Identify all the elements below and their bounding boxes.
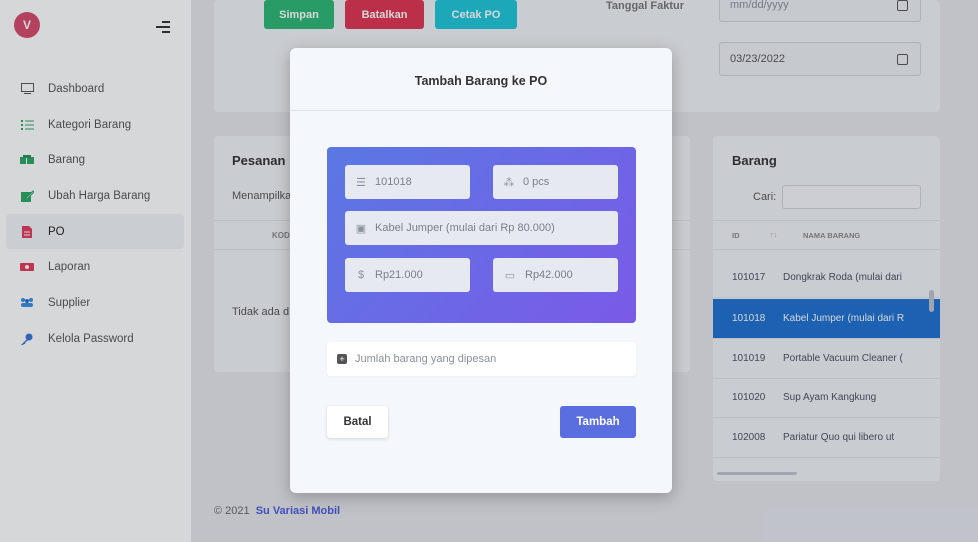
kode-barang-value: 101018 — [375, 176, 412, 188]
list-icon: ☰ — [356, 176, 366, 189]
stok-field[interactable]: ⁂ 0 pcs — [493, 165, 618, 199]
batal-button[interactable]: Batal — [327, 406, 388, 438]
nama-barang-field[interactable]: ▣ Kabel Jumper (mulai dari Rp 80.000) — [345, 211, 618, 245]
tambah-button[interactable]: Tambah — [560, 406, 636, 438]
nama-barang-value: Kabel Jumper (mulai dari Rp 80.000) — [375, 222, 555, 234]
stok-value: 0 pcs — [523, 176, 550, 188]
total-value: Rp42.000 — [525, 269, 573, 281]
jumlah-placeholder: Jumlah barang yang dipesan — [355, 353, 497, 365]
item-detail-panel: ☰ 101018 ⁂ 0 pcs ▣ Kabel Jumper (mulai d… — [327, 147, 636, 323]
cubes-icon: ⁂ — [503, 176, 515, 189]
box-icon: ▣ — [355, 222, 367, 235]
modal-divider — [290, 110, 672, 111]
total-field[interactable]: ▭ Rp42.000 — [493, 258, 618, 292]
jumlah-input[interactable]: + Jumlah barang yang dipesan — [327, 342, 636, 376]
harga-field[interactable]: $ Rp21.000 — [345, 258, 470, 292]
kode-barang-field[interactable]: ☰ 101018 — [345, 165, 470, 199]
modal-title: Tambah Barang ke PO — [414, 74, 548, 88]
dollar-icon: $ — [357, 269, 365, 281]
plus-square-icon: + — [337, 354, 347, 364]
harga-value: Rp21.000 — [375, 269, 423, 281]
tambah-barang-modal: Tambah Barang ke PO ☰ 101018 ⁂ 0 pcs ▣ K… — [290, 48, 672, 493]
money-icon: ▭ — [504, 269, 516, 282]
